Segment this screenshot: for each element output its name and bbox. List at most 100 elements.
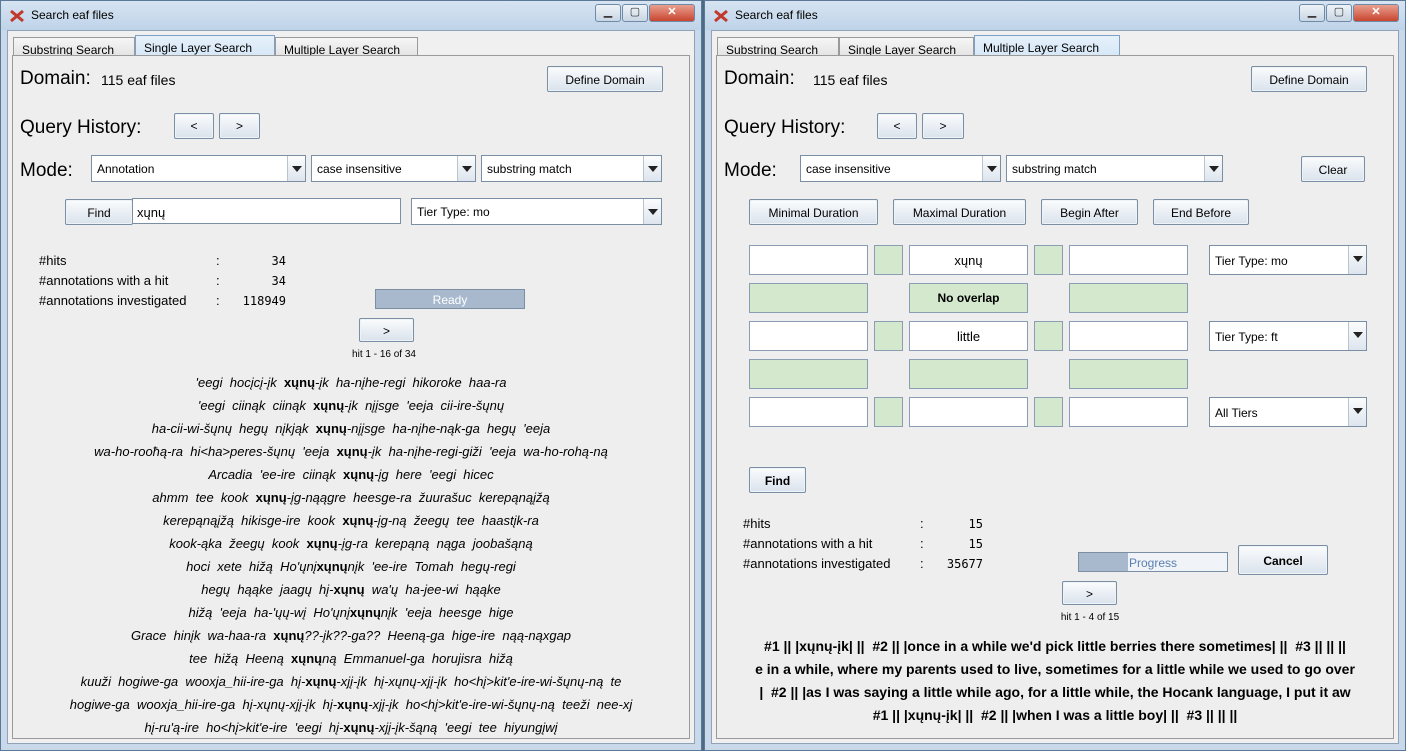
kwic-keyword: xųnų (336, 444, 368, 459)
title-bar[interactable]: Search eaf files ▁ ▢ ✕ (705, 1, 1405, 30)
end-before-button[interactable]: End Before (1153, 199, 1249, 225)
begin-after-button[interactable]: Begin After (1041, 199, 1138, 225)
find-button[interactable]: Find (65, 199, 133, 225)
kwic-row[interactable]: hogiwe-ga wooxja_hii-ire-ga hį-xųnų-xjį-… (13, 697, 689, 712)
kwic-row[interactable]: Arcadia 'ee-ire ciinąk xųnų-įg here 'eeg… (13, 467, 689, 482)
kwic-left-context: ahmm tee kook (152, 490, 256, 505)
kwic-row[interactable]: Grace hinįk wa-haa-ra xųnų??-įk??-ga?? H… (13, 628, 689, 643)
case-select[interactable]: case insensitive (311, 155, 476, 182)
history-prev-button[interactable]: < (877, 113, 917, 139)
result-row[interactable]: e in a while, where my parents used to l… (717, 661, 1393, 677)
query-cell-1-1[interactable] (749, 245, 868, 275)
case-select[interactable]: case insensitive (800, 155, 1001, 182)
kwic-right-context: nįk 'ee-ire Tomah hegų-regi (347, 559, 516, 574)
distance-cell[interactable] (874, 321, 903, 351)
window-content: Substring Search Single Layer Search Mul… (7, 30, 695, 744)
kwic-right-context: nįk 'eeja heesge hige (380, 605, 514, 620)
tier-select-1[interactable]: Tier Type: mo (1209, 245, 1367, 275)
clear-button[interactable]: Clear (1301, 156, 1365, 182)
kwic-row[interactable]: kerepąnąįžą hikisge-ire kook xųnų-įg-ną … (13, 513, 689, 528)
domain-value: 115 eaf files (813, 72, 888, 88)
maximize-button[interactable]: ▢ (1326, 4, 1352, 22)
define-domain-button[interactable]: Define Domain (1251, 66, 1367, 92)
maximize-button[interactable]: ▢ (622, 4, 648, 22)
maximal-duration-button[interactable]: Maximal Duration (893, 199, 1026, 225)
distance-cell[interactable] (1034, 321, 1063, 351)
kwic-row[interactable]: ahmm tee kook xųnų-įg-nąągre heesge-ra ž… (13, 490, 689, 505)
kwic-row[interactable]: 'eegi ciinąk ciinąk xųnų-įk nįįsge 'eeja… (13, 398, 689, 413)
find-button[interactable]: Find (749, 467, 806, 493)
kwic-keyword: xųnų (343, 467, 375, 482)
close-button[interactable]: ✕ (1353, 4, 1399, 22)
kwic-left-context: hoci xete hižą Ho'ųnį (186, 559, 317, 574)
distance-cell[interactable] (1034, 397, 1063, 427)
relation-cell[interactable] (1069, 359, 1188, 389)
title-bar[interactable]: Search eaf files ▁ ▢ ✕ (1, 1, 701, 30)
distance-cell[interactable] (874, 245, 903, 275)
window-content: Substring Search Single Layer Search Mul… (711, 30, 1399, 744)
kwic-left-context: Arcadia 'ee-ire ciinąk (208, 467, 344, 482)
relation-cell[interactable] (909, 359, 1028, 389)
query-cell-2-2[interactable]: little (909, 321, 1028, 351)
query-cell-3-2[interactable] (909, 397, 1028, 427)
select-value: Tier Type: mo (417, 205, 490, 219)
kwic-left-context: 'eegi ciinąk ciinąk (197, 398, 314, 413)
single-layer-panel: Domain: 115 eaf files Define Domain Quer… (12, 55, 690, 739)
kwic-row[interactable]: kuuži hogiwe-ga wooxja_hii-ire-ga hį-xųn… (13, 674, 689, 689)
distance-cell[interactable] (1034, 245, 1063, 275)
kwic-row[interactable]: wa-ho-rooħą-ra hi<ha>peres-šųnų 'eeja xų… (13, 444, 689, 459)
close-button[interactable]: ✕ (649, 4, 695, 22)
tier-select-3[interactable]: All Tiers (1209, 397, 1367, 427)
result-row[interactable]: #1 || |xųnų-įk| || #2 || |when I was a l… (717, 707, 1393, 723)
kwic-row[interactable]: hoci xete hižą Ho'ųnįxųnųnįk 'ee-ire Tom… (13, 559, 689, 574)
result-row[interactable]: | #2 || |as I was saying a little while … (717, 684, 1393, 700)
define-domain-button[interactable]: Define Domain (547, 66, 663, 92)
kwic-row[interactable]: hį-ru'ą-ire ho<hį>kit'e-ire 'eegi hį-xųn… (13, 720, 689, 735)
kwic-keyword: xųnų (255, 490, 287, 505)
minimize-button[interactable]: ▁ (1299, 4, 1325, 22)
relation-cell[interactable] (749, 359, 868, 389)
kwic-row[interactable]: ha-cii-wi-šųnų hegų nįkjąk xųnų-nįįsge h… (13, 421, 689, 436)
stat-investigated-label: #annotations investigated (743, 556, 891, 571)
hit-range-label: hit 1 - 4 of 15 (1060, 612, 1120, 623)
kwic-row[interactable]: 'eegi hocįcį-įk xųnų-įk ha-nįhe-regi hik… (13, 375, 689, 390)
tier-type-select[interactable]: Tier Type: mo (411, 198, 662, 225)
next-page-button[interactable]: > (359, 318, 414, 342)
query-cell-1-3[interactable] (1069, 245, 1188, 275)
relation-cell[interactable] (1069, 283, 1188, 313)
query-cell-1-2[interactable]: xųnų (909, 245, 1028, 275)
history-prev-button[interactable]: < (174, 113, 214, 139)
cancel-button[interactable]: Cancel (1238, 545, 1328, 575)
result-row[interactable]: #1 || |xųnų-įk| || #2 || |once in a whil… (717, 638, 1393, 654)
minimal-duration-button[interactable]: Minimal Duration (749, 199, 878, 225)
query-cell-2-1[interactable] (749, 321, 868, 351)
kwic-keyword: xųnų (291, 651, 323, 666)
query-cell-3-1[interactable] (749, 397, 868, 427)
history-next-button[interactable]: > (922, 113, 964, 139)
kwic-row[interactable]: kook-ąka žeegų kook xųnų-įg-ra kerepąną … (13, 536, 689, 551)
query-cell-2-3[interactable] (1069, 321, 1188, 351)
stat-annotations-hit-label: #annotations with a hit (743, 536, 873, 551)
query-input[interactable]: xųnų (132, 198, 401, 224)
history-next-button[interactable]: > (219, 113, 260, 139)
stat-annotations-hit-value: 15 (968, 537, 983, 551)
kwic-row[interactable]: hižą 'eeja ha-'ųų-wį Ho'ųnįxųnųnįk 'eeja… (13, 605, 689, 620)
kwic-right-context: ??-įk??-ga?? Heeną-ga hige-ire nąą-nąxga… (304, 628, 572, 643)
select-value: substring match (487, 162, 572, 176)
match-select[interactable]: substring match (481, 155, 662, 182)
mode-annotation-select[interactable]: Annotation (91, 155, 306, 182)
relation-cell[interactable] (749, 283, 868, 313)
distance-cell[interactable] (874, 397, 903, 427)
match-select[interactable]: substring match (1006, 155, 1223, 182)
query-cell-3-3[interactable] (1069, 397, 1188, 427)
kwic-keyword: xųnų (273, 628, 305, 643)
kwic-row[interactable]: hegų hąąke jaagų hį-xųnų wa'ų ha-jee-wi … (13, 582, 689, 597)
tier-select-2[interactable]: Tier Type: ft (1209, 321, 1367, 351)
next-page-button[interactable]: > (1062, 581, 1117, 605)
stat-hits-label: #hits (39, 253, 67, 268)
relation-cell-no-overlap[interactable]: No overlap (909, 283, 1028, 313)
query-history-label: Query History: (20, 117, 142, 138)
kwic-row[interactable]: tee hižą Heeną xųnųną Emmanuel-ga horuji… (13, 651, 689, 666)
stat-annotations-hit-label: #annotations with a hit (39, 273, 169, 288)
minimize-button[interactable]: ▁ (595, 4, 621, 22)
